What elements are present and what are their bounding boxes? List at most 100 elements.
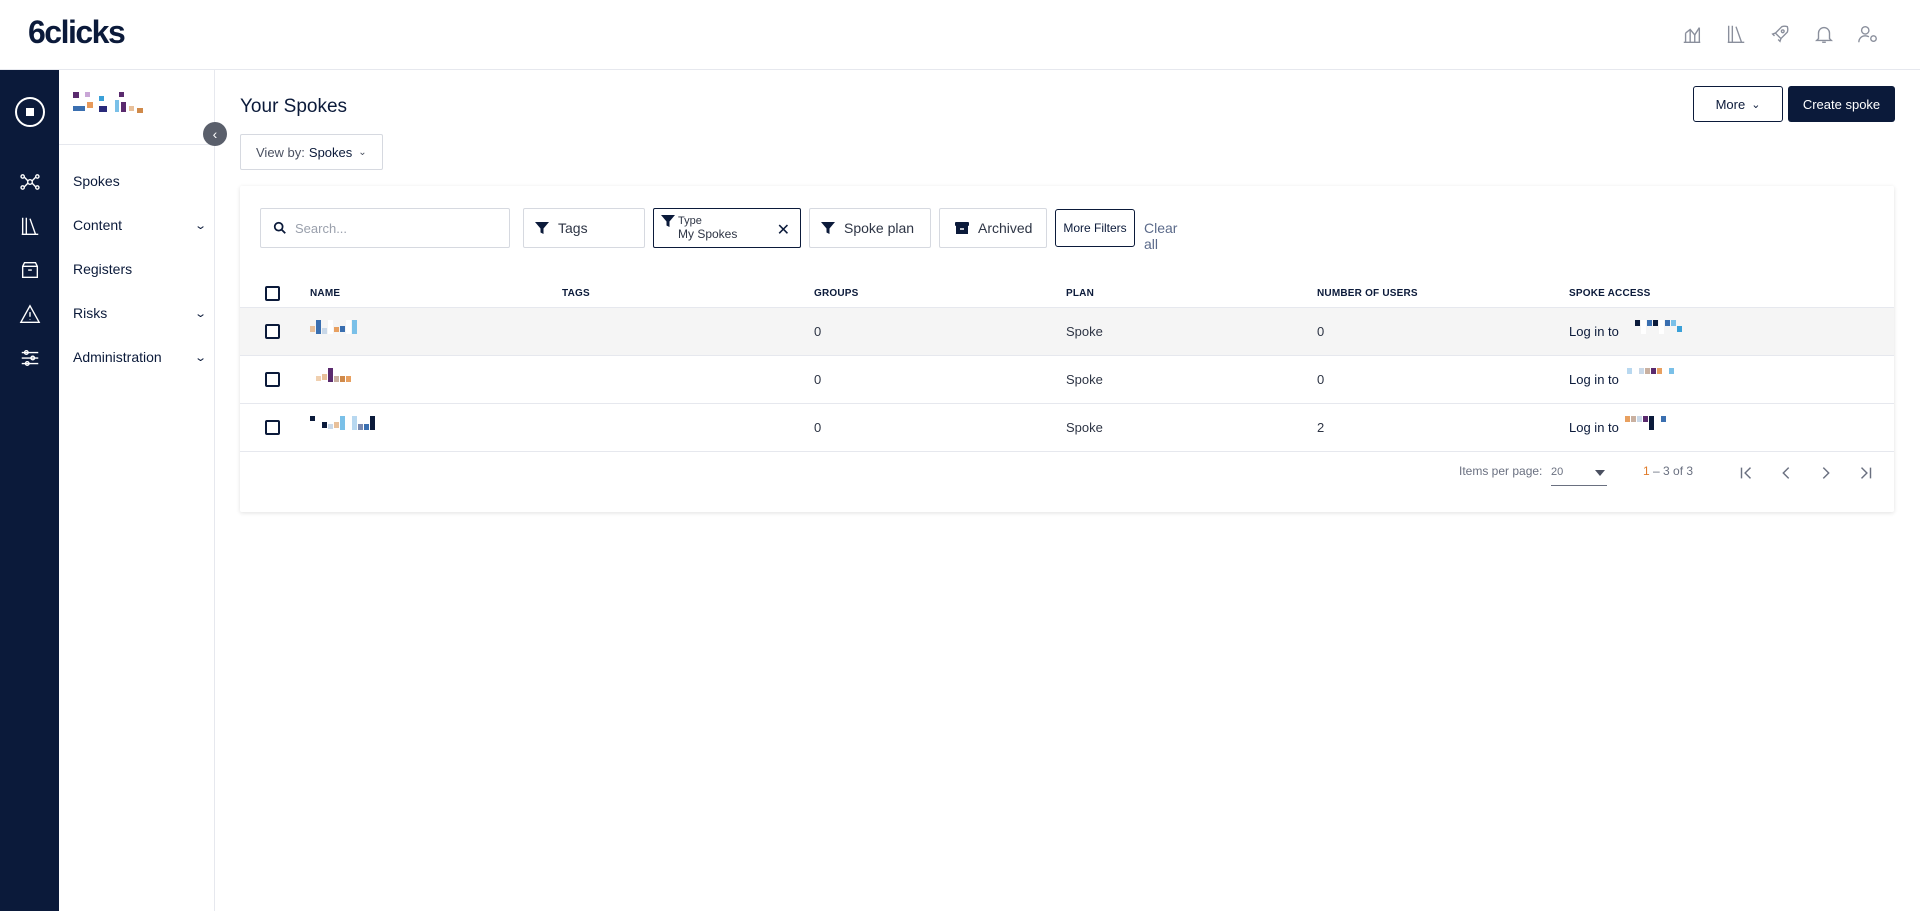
redacted-spoke-name[interactable] [310,320,357,334]
range-start: 1 [1643,464,1650,478]
content-library-icon[interactable] [0,210,59,242]
more-button[interactable]: More ⌄ [1693,86,1783,122]
sidebar-item-spokes[interactable]: Spokes [73,166,205,196]
row-checkbox[interactable] [265,324,280,339]
search-icon [273,221,286,234]
table-row[interactable]: 0 Spoke 2 Log in to [240,404,1894,452]
pagination: Items per page: 20 1 – 3 of 3 [240,454,1894,494]
log-in-link[interactable]: Log in to [1569,372,1619,387]
archived-filter-label: Archived [978,220,1033,236]
users-cell: 0 [1317,324,1325,339]
select-all-checkbox[interactable] [265,286,280,301]
log-in-label: Log in to [1569,372,1619,387]
table-row[interactable]: 0 Spoke 0 Log in to [240,308,1894,356]
chevron-down-icon: ⌄ [1751,98,1761,111]
sidebar-item-label: Registers [73,261,133,277]
page-title: Your Spokes [240,96,348,117]
last-page-icon [1860,467,1872,479]
top-icon-group [1680,20,1880,48]
bell-icon[interactable] [1812,20,1836,48]
column-header-plan[interactable]: PLAN [1066,288,1094,299]
redacted-spoke-target [1635,320,1682,334]
spokes-card: Tags Type My Spokes ✕ Spoke plan Archive… [240,186,1894,512]
rocket-icon[interactable] [1768,20,1792,48]
sidebar-item-risks[interactable]: Risks ⌄ [73,298,207,328]
users-cell: 0 [1317,372,1325,387]
collapse-sidebar-button[interactable]: ‹ [203,122,227,146]
administration-sliders-icon[interactable] [0,342,59,374]
groups-cell: 0 [814,324,822,339]
column-header-tags[interactable]: TAGS [562,288,590,299]
archived-filter[interactable]: Archived [939,208,1047,248]
chevron-down-icon: ⌄ [193,351,207,364]
search-box[interactable] [260,208,510,248]
chevron-left-icon [1782,467,1790,479]
hub-network-icon[interactable] [0,166,59,198]
page-range: 1 – 3 of 3 [1643,464,1693,478]
plan-cell: Spoke [1066,420,1103,435]
row-checkbox[interactable] [265,372,280,387]
log-in-link[interactable]: Log in to [1569,420,1619,435]
view-by-value: Spokes [308,144,353,160]
nav-divider [59,144,215,145]
side-nav: Spokes Content ⌄ Registers Risks ⌄ Admin… [59,70,215,911]
tags-filter[interactable]: Tags [523,208,645,248]
column-header-groups[interactable]: GROUPS [814,288,859,299]
items-per-page-value: 20 [1551,466,1564,478]
spoke-plan-filter[interactable]: Spoke plan [809,208,931,248]
plan-cell: Spoke [1066,324,1103,339]
log-in-label: Log in to [1569,324,1619,339]
redacted-spoke-target [1625,416,1666,430]
view-by-dropdown[interactable]: View by: Spokes ⌄ [240,134,383,170]
search-input[interactable] [295,220,485,236]
tags-filter-label: Tags [558,220,588,236]
clear-all-link[interactable]: Clear all [1144,220,1177,252]
redacted-spoke-name[interactable] [310,368,351,382]
type-filter-label: Type [678,215,702,227]
registers-box-icon[interactable] [0,254,59,286]
create-spoke-button[interactable]: Create spoke [1788,86,1895,122]
sidebar-item-label: Spokes [73,173,120,189]
sidebar-item-registers[interactable]: Registers [73,254,205,284]
app-logo[interactable]: 6clicks [28,14,126,51]
column-header-name[interactable]: NAME [310,288,340,299]
sidebar-item-label: Content [73,217,123,233]
sidebar-item-label: Risks [73,305,108,321]
log-in-link[interactable]: Log in to [1569,324,1619,339]
org-switcher-icon[interactable] [0,90,59,134]
last-page-button[interactable] [1851,458,1881,488]
archive-icon [955,222,969,234]
filter-icon [821,222,835,234]
groups-cell: 0 [814,372,822,387]
filter-icon [535,222,549,234]
first-page-button[interactable] [1731,458,1761,488]
type-filter[interactable]: Type My Spokes ✕ [653,208,801,248]
risk-warning-icon[interactable] [0,298,59,330]
items-per-page-select[interactable]: 20 [1551,460,1607,486]
spoke-plan-filter-label: Spoke plan [844,220,915,236]
top-bar: 6clicks [0,0,1920,70]
close-icon[interactable]: ✕ [777,220,790,240]
sidebar-item-administration[interactable]: Administration ⌄ [73,342,207,372]
column-header-users[interactable]: NUMBER OF USERS [1317,288,1418,299]
redacted-spoke-name[interactable] [310,416,375,430]
library-icon[interactable] [1724,20,1748,48]
sidebar-item-content[interactable]: Content ⌄ [73,210,207,240]
analytics-icon[interactable] [1680,20,1704,48]
table-row[interactable]: 0 Spoke 0 Log in to [240,356,1894,404]
column-header-access[interactable]: SPOKE ACCESS [1569,288,1651,299]
filter-icon [661,215,675,227]
view-by-label: View by: [256,144,305,160]
log-in-label: Log in to [1569,420,1619,435]
chevron-down-icon: ⌄ [193,307,207,320]
icon-rail [0,70,59,911]
groups-cell: 0 [814,420,822,435]
chevron-down-icon: ⌄ [193,219,207,232]
previous-page-button[interactable] [1771,458,1801,488]
more-filters-button[interactable]: More Filters [1055,209,1135,247]
row-checkbox[interactable] [265,420,280,435]
next-page-button[interactable] [1811,458,1841,488]
user-settings-icon[interactable] [1856,20,1880,48]
chevron-down-icon: ⌄ [358,146,367,158]
sidebar-item-label: Administration [73,349,162,365]
